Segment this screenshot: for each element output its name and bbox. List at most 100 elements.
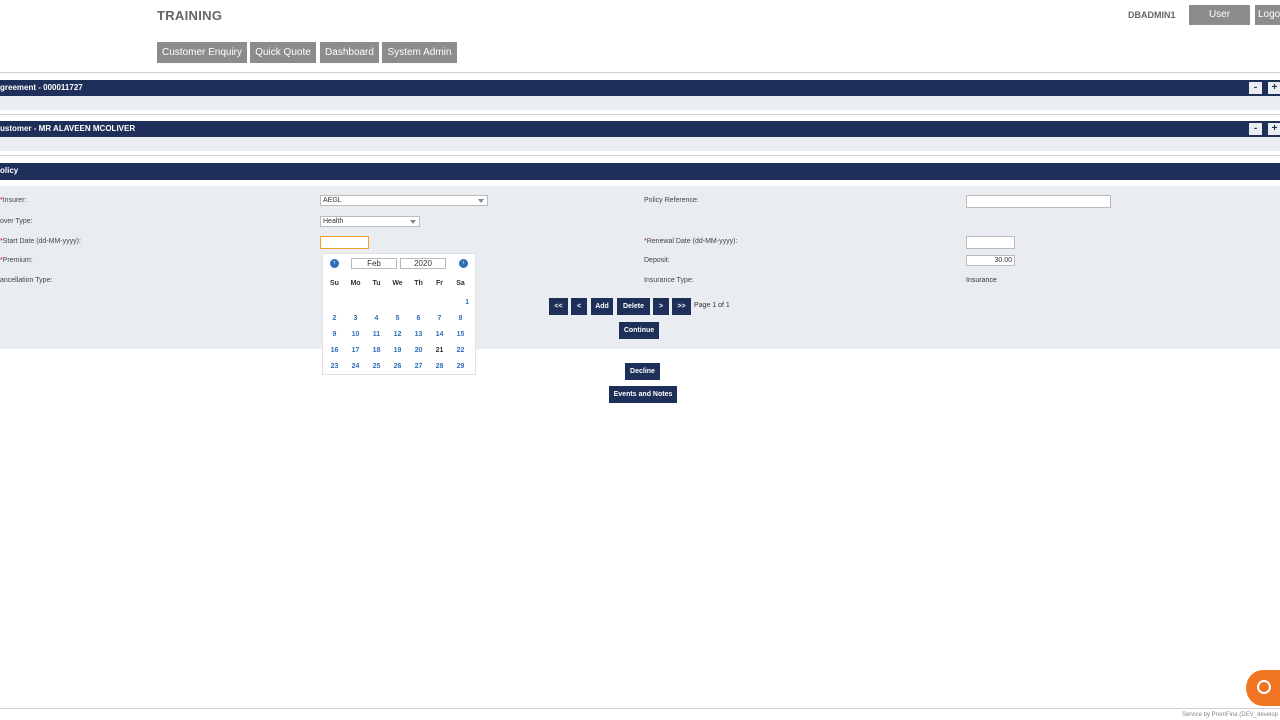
events-and-notes-button[interactable]: Events and Notes bbox=[609, 386, 677, 403]
nav-customer-enquiry[interactable]: Customer Enquiry bbox=[157, 42, 247, 63]
continue-button[interactable]: Continue bbox=[619, 322, 659, 339]
calendar-day[interactable]: 18 bbox=[366, 347, 387, 354]
renewal-date-label: *Renewal Date (dd-MM-yyyy): bbox=[644, 238, 738, 245]
calendar-day[interactable]: 19 bbox=[387, 347, 408, 354]
calendar-day[interactable]: 2 bbox=[324, 315, 345, 322]
policy-title: olicy bbox=[0, 166, 19, 175]
insurer-value: AEGL bbox=[323, 197, 342, 204]
customer-expand-button[interactable]: + bbox=[1268, 123, 1280, 135]
calendar-day[interactable]: 17 bbox=[345, 347, 366, 354]
calendar-day[interactable]: 4 bbox=[366, 315, 387, 322]
chevron-down-icon bbox=[410, 220, 416, 224]
weekday-header: Fr bbox=[436, 280, 443, 287]
calendar-week-row: 1 bbox=[324, 294, 471, 310]
calendar-day[interactable]: 28 bbox=[429, 363, 450, 370]
calendar-day[interactable]: 14 bbox=[429, 331, 450, 338]
footer-divider bbox=[0, 708, 1280, 709]
agreement-collapse-button[interactable]: - bbox=[1249, 82, 1262, 94]
user-guide-button[interactable]: User Guide bbox=[1189, 5, 1250, 40]
cover-type-select[interactable]: Health bbox=[320, 216, 420, 227]
calendar-day[interactable]: 7 bbox=[429, 315, 450, 322]
calendar-day[interactable]: 5 bbox=[387, 315, 408, 322]
page-info: Page 1 of 1 bbox=[694, 302, 730, 309]
calendar-week-row: 2345678 bbox=[324, 310, 471, 326]
weekday-header: Sa bbox=[456, 280, 465, 287]
agreement-section-header[interactable]: greement - 000011727 - + bbox=[0, 80, 1280, 96]
calendar-day[interactable]: 21 bbox=[429, 347, 450, 354]
calendar-week-row: 23 24 25 26 27 28 29 bbox=[324, 358, 471, 374]
insurance-type-value: Insurance bbox=[966, 277, 997, 284]
calendar-day[interactable]: 13 bbox=[408, 331, 429, 338]
year-select[interactable]: 2020 bbox=[400, 258, 446, 269]
chat-icon bbox=[1257, 680, 1271, 694]
customer-section-body bbox=[0, 137, 1280, 151]
calendar-week-row: 16 17 18 19 20 21 22 bbox=[324, 342, 471, 358]
deposit-input[interactable]: 30.00 bbox=[966, 255, 1015, 266]
calendar-grid: Su Mo Tu We Th Fr Sa 1 2 3 4 5 6 7 8 9 10 11 12 13 14 15 16 17 1… bbox=[324, 280, 471, 374]
calendar-day[interactable]: 12 bbox=[387, 331, 408, 338]
section-divider bbox=[0, 155, 1280, 156]
calendar-day[interactable]: 10 bbox=[345, 331, 366, 338]
calendar-day[interactable]: 26 bbox=[387, 363, 408, 370]
app-title: TRAINING bbox=[157, 8, 223, 23]
renewal-date-input[interactable] bbox=[966, 236, 1015, 249]
agreement-expand-button[interactable]: + bbox=[1268, 82, 1280, 94]
calendar-day[interactable]: 11 bbox=[366, 331, 387, 338]
cover-type-value: Health bbox=[323, 218, 344, 225]
next-month-icon[interactable]: › bbox=[459, 259, 468, 268]
footer-text: Service by PremFina (DEV_develop bbox=[1181, 712, 1278, 718]
calendar-day[interactable]: 27 bbox=[408, 363, 429, 370]
prev-page-button[interactable]: < bbox=[571, 298, 587, 315]
deposit-label: Deposit: bbox=[644, 257, 670, 264]
username-label: DBADMIN1 bbox=[1128, 10, 1176, 20]
policy-section-header: olicy bbox=[0, 163, 1280, 180]
calendar-day[interactable]: 6 bbox=[408, 315, 429, 322]
calendar-day[interactable]: 22 bbox=[450, 347, 471, 354]
calendar-day[interactable]: 8 bbox=[450, 315, 471, 322]
weekday-header: Su bbox=[330, 280, 339, 287]
add-button[interactable]: Add bbox=[591, 298, 613, 315]
chat-widget-button[interactable] bbox=[1246, 670, 1280, 706]
calendar-day[interactable]: 25 bbox=[366, 363, 387, 370]
nav-dashboard[interactable]: Dashboard bbox=[320, 42, 379, 63]
cancellation-type-label: ancellation Type: bbox=[0, 277, 53, 284]
section-divider bbox=[0, 114, 1280, 115]
first-page-button[interactable]: << bbox=[549, 298, 568, 315]
start-date-input[interactable] bbox=[320, 236, 369, 249]
calendar-day[interactable]: 1 bbox=[450, 299, 471, 306]
next-page-button[interactable]: > bbox=[653, 298, 669, 315]
nav-system-admin[interactable]: System Admin bbox=[382, 42, 457, 63]
header-divider bbox=[0, 72, 1280, 73]
customer-title: ustomer - MR ALAVEEN MCOLIVER bbox=[0, 124, 136, 133]
calendar-week-row: 9 10 11 12 13 14 15 bbox=[324, 326, 471, 342]
weekday-header: We bbox=[392, 280, 403, 287]
insurer-select[interactable]: AEGL bbox=[320, 195, 488, 206]
calendar-day[interactable]: 23 bbox=[324, 363, 345, 370]
insurance-type-label: Insurance Type: bbox=[644, 277, 694, 284]
logout-button[interactable]: Logo bbox=[1255, 5, 1280, 25]
weekday-header: Mo bbox=[350, 280, 361, 287]
nav-quick-quote[interactable]: Quick Quote bbox=[250, 42, 316, 63]
month-select[interactable]: Feb bbox=[351, 258, 397, 269]
customer-section-header[interactable]: ustomer - MR ALAVEEN MCOLIVER - + bbox=[0, 121, 1280, 137]
calendar-day[interactable]: 20 bbox=[408, 347, 429, 354]
policy-reference-input[interactable] bbox=[966, 195, 1111, 208]
calendar-day[interactable]: 15 bbox=[450, 331, 471, 338]
calendar-day[interactable]: 29 bbox=[450, 363, 471, 370]
decline-button[interactable]: Decline bbox=[625, 363, 660, 380]
agreement-title: greement - 000011727 bbox=[0, 83, 83, 92]
prev-month-icon[interactable]: ‹ bbox=[330, 259, 339, 268]
calendar-day[interactable]: 24 bbox=[345, 363, 366, 370]
delete-button[interactable]: Delete bbox=[617, 298, 650, 315]
calendar-day[interactable]: 16 bbox=[324, 347, 345, 354]
start-date-label: *Start Date (dd-MM-yyyy): bbox=[0, 238, 81, 245]
last-page-button[interactable]: >> bbox=[672, 298, 691, 315]
customer-collapse-button[interactable]: - bbox=[1249, 123, 1262, 135]
agreement-section-body bbox=[0, 96, 1280, 110]
date-picker-popup: ‹ Feb 2020 › Su Mo Tu We Th Fr Sa 1 2 3 4 5 6 7 8 9 10 11… bbox=[322, 253, 476, 375]
chevron-down-icon bbox=[478, 199, 484, 203]
weekday-header: Th bbox=[414, 280, 423, 287]
calendar-day[interactable]: 3 bbox=[345, 315, 366, 322]
premium-label: *Premium: bbox=[0, 257, 33, 264]
calendar-day[interactable]: 9 bbox=[324, 331, 345, 338]
